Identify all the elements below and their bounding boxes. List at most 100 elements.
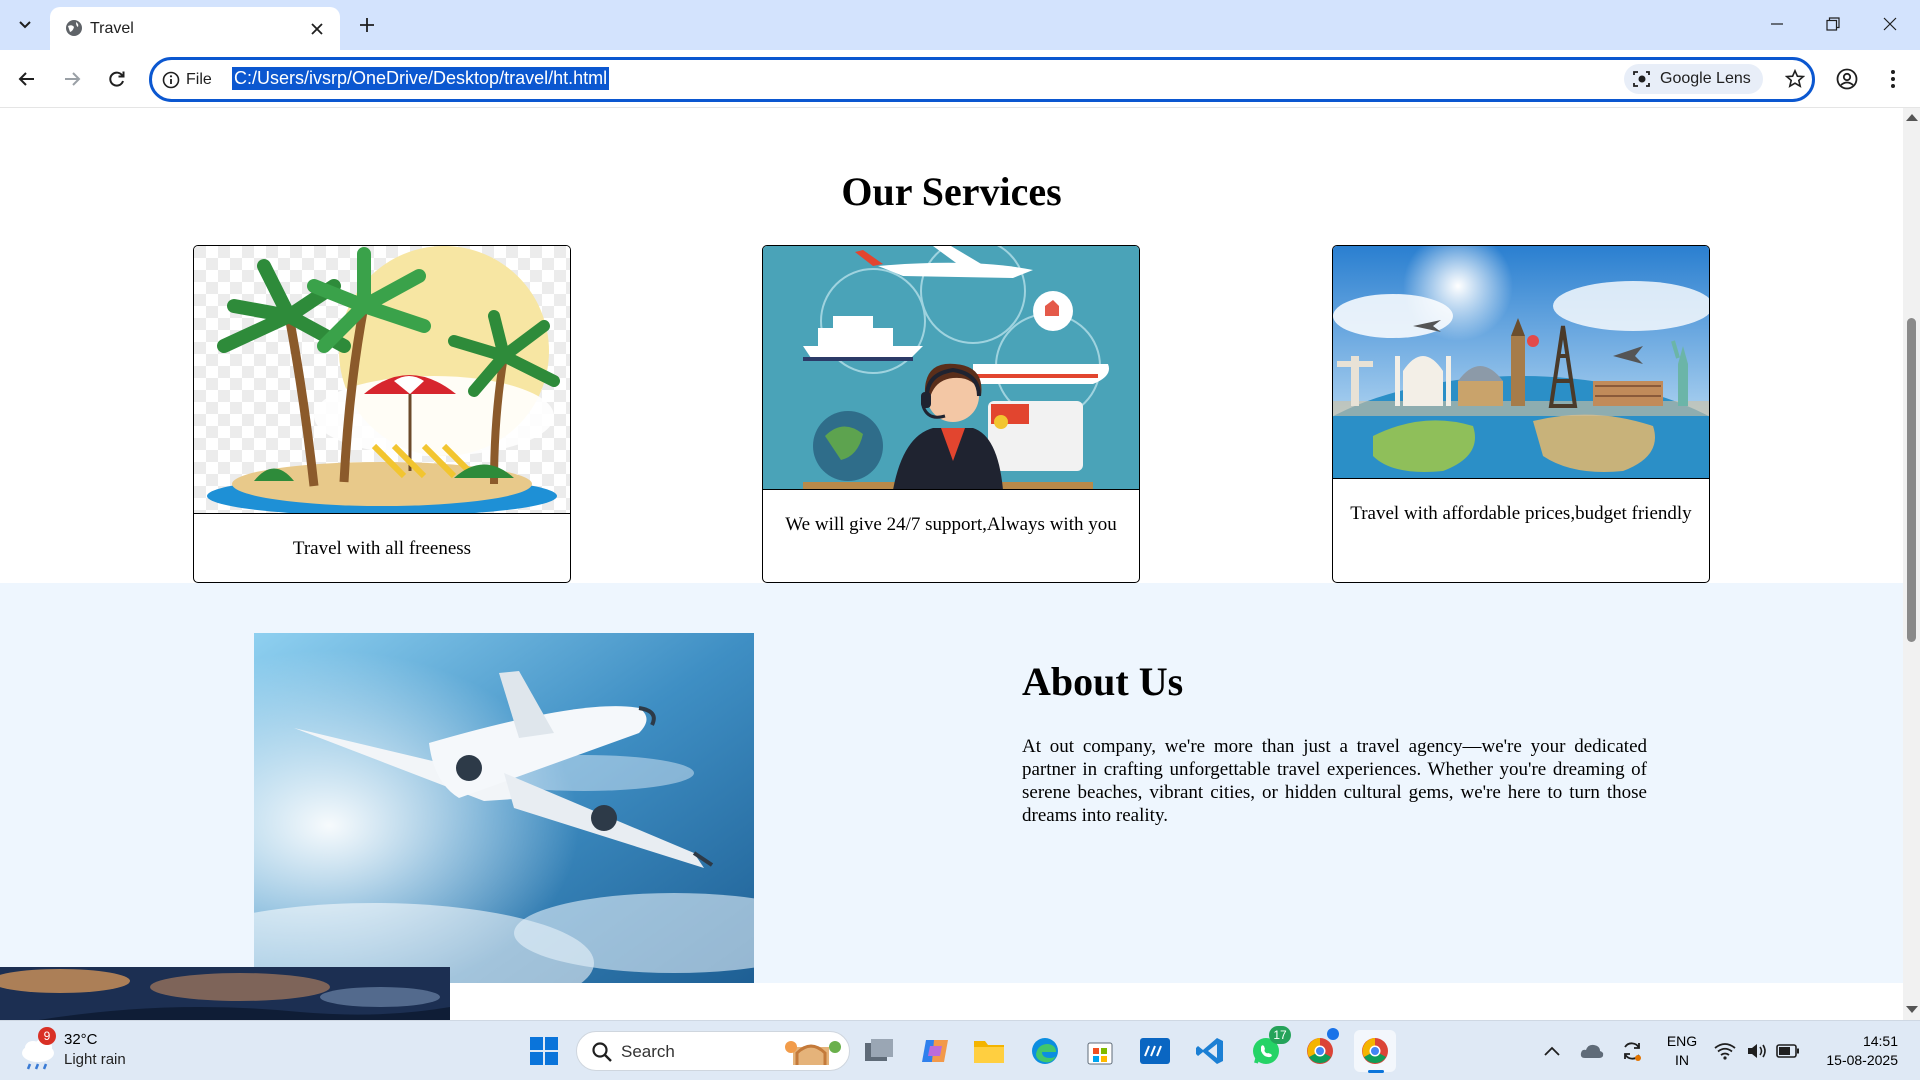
cloud-icon (1580, 1044, 1604, 1058)
start-button[interactable] (523, 1030, 565, 1072)
active-app-indicator (1368, 1070, 1384, 1073)
bookmark-button[interactable] (1780, 64, 1810, 94)
profile-icon (1836, 68, 1858, 90)
notification-dot-icon (1327, 1028, 1339, 1040)
address-bar[interactable]: File C:/Users/ivsrp/OneDrive/Desktop/tra… (149, 57, 1815, 102)
sync-icon (1624, 1042, 1641, 1061)
microsoft-store-app[interactable] (1079, 1030, 1121, 1072)
star-icon (1785, 69, 1805, 88)
close-window-button[interactable] (1863, 6, 1917, 42)
task-view-icon (865, 1039, 893, 1061)
service-card-caption: Travel with affordable prices,budget fri… (1350, 503, 1692, 524)
world-landmarks-image (1333, 246, 1709, 479)
profile-button[interactable] (1830, 62, 1864, 96)
region-code: IN (1675, 1052, 1689, 1068)
more-vertical-icon (1891, 70, 1895, 88)
minimize-button[interactable] (1750, 6, 1804, 42)
browser-toolbar: File C:/Users/ivsrp/OneDrive/Desktop/tra… (0, 50, 1920, 108)
minimize-icon (1771, 23, 1783, 25)
clock-date: 15-08-2025 (1826, 1052, 1898, 1068)
google-lens-button[interactable]: Google Lens (1624, 64, 1763, 94)
weather-temperature: 32°C (64, 1031, 98, 1048)
chrome-icon (1307, 1038, 1333, 1064)
edge-icon (1032, 1038, 1058, 1064)
globe-icon (66, 20, 82, 36)
chrome-icon (1362, 1038, 1388, 1064)
arrow-left-icon (18, 72, 34, 86)
clock-time: 14:51 (1862, 1033, 1898, 1049)
new-tab-button[interactable] (352, 10, 382, 40)
close-icon (1883, 17, 1897, 31)
search-highlight-icon (785, 1041, 841, 1065)
tab-strip: Travel (0, 0, 1920, 50)
service-card-freeness: Travel with all freeness (193, 245, 571, 583)
task-view-button[interactable] (858, 1030, 900, 1072)
folder-icon (974, 1041, 1004, 1063)
service-card-support: We will give 24/7 support,Always with yo… (762, 245, 1140, 583)
myhp-app[interactable] (1134, 1030, 1176, 1072)
copilot-icon (922, 1040, 948, 1062)
airplane-image (254, 633, 754, 983)
language-indicator[interactable]: ENG IN (1654, 1030, 1710, 1072)
taskbar-search-box[interactable]: Search (576, 1031, 850, 1071)
about-heading: About Us (1022, 659, 1184, 704)
chevron-up-icon (1544, 1046, 1560, 1056)
close-icon (311, 23, 323, 35)
taskbar-search-label: Search (621, 1042, 675, 1061)
close-tab-button[interactable] (306, 18, 328, 40)
whatsapp-app[interactable]: 17 (1245, 1026, 1291, 1072)
service-card-caption: Travel with all freeness (292, 538, 472, 559)
vscode-app[interactable] (1189, 1030, 1231, 1072)
chrome-app-secondary[interactable] (1299, 1028, 1341, 1072)
tab-search-button[interactable] (8, 10, 42, 40)
language-code: ENG (1666, 1033, 1698, 1049)
service-card-affordable: Travel with affordable prices,budget fri… (1332, 245, 1710, 583)
tab-title: Travel (90, 20, 134, 37)
site-chip-label: File (186, 71, 212, 88)
reload-button[interactable] (100, 62, 134, 96)
scroll-down-arrow-icon[interactable] (1906, 1006, 1918, 1013)
plus-icon (360, 18, 374, 32)
edge-browser-app[interactable] (1024, 1030, 1066, 1072)
site-info-chip[interactable]: File (162, 68, 212, 92)
tab-travel[interactable]: Travel (50, 7, 340, 50)
copilot-app[interactable] (914, 1030, 956, 1072)
forward-button[interactable] (55, 62, 89, 96)
wifi-icon (1714, 1043, 1736, 1060)
volume-icon (1748, 1044, 1766, 1058)
quick-settings-button[interactable] (1712, 1030, 1812, 1072)
file-explorer-app[interactable] (968, 1030, 1010, 1072)
url-text[interactable]: C:/Users/ivsrp/OneDrive/Desktop/travel/h… (232, 67, 610, 90)
weather-description: Light rain (64, 1051, 126, 1068)
chevron-down-icon (19, 21, 31, 29)
menu-button[interactable] (1876, 62, 1910, 96)
clock[interactable]: 14:51 15-08-2025 (1812, 1030, 1912, 1072)
reload-icon (109, 71, 125, 87)
next-section-image (0, 967, 450, 1020)
google-lens-label: Google Lens (1660, 70, 1751, 87)
lens-icon (1633, 71, 1650, 87)
search-icon (592, 1042, 612, 1062)
onedrive-tray[interactable] (1572, 1030, 1612, 1072)
store-icon (1087, 1042, 1113, 1065)
myhp-icon (1140, 1038, 1170, 1064)
chrome-app-active[interactable] (1354, 1030, 1396, 1073)
weather-alert-badge: 9 (38, 1027, 56, 1045)
page-scrollbar[interactable] (1903, 108, 1920, 1020)
services-heading: Our Services (841, 169, 1062, 214)
vscode-icon (1196, 1038, 1223, 1064)
whatsapp-unread-badge: 17 (1269, 1026, 1291, 1044)
scroll-up-arrow-icon[interactable] (1906, 114, 1918, 121)
sync-tray[interactable] (1612, 1030, 1652, 1072)
restore-icon (1826, 17, 1840, 31)
windows-logo-icon (530, 1037, 558, 1065)
back-button[interactable] (10, 62, 44, 96)
show-hidden-icons-button[interactable] (1532, 1030, 1572, 1072)
battery-icon (1776, 1044, 1799, 1058)
info-icon (162, 71, 180, 89)
travel-support-image (763, 246, 1139, 490)
page-viewport: Our Services Travel with all freeness We… (0, 108, 1903, 1020)
weather-widget[interactable]: 9 32°C Light rain (18, 1027, 138, 1073)
scrollbar-thumb[interactable] (1907, 318, 1916, 642)
restore-button[interactable] (1806, 6, 1860, 42)
